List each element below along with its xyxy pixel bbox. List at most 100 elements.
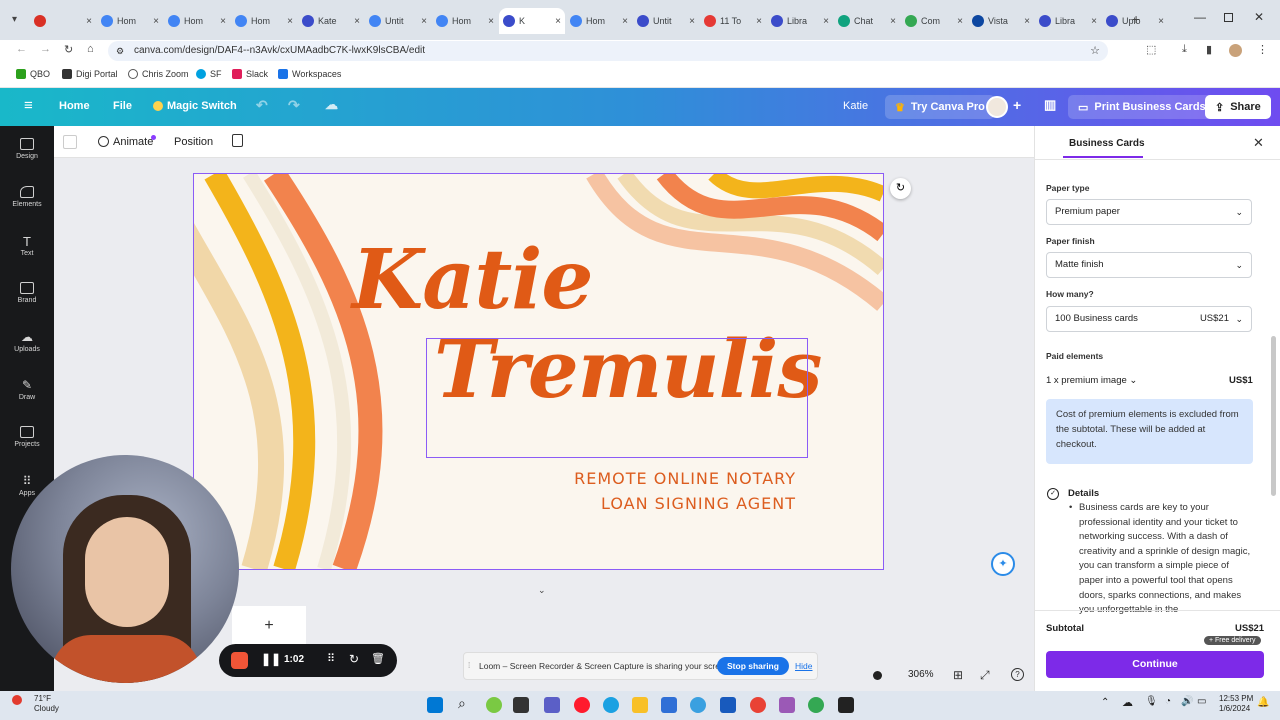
paid-elements-toggle[interactable]: 1 x premium image ⌄ xyxy=(1046,375,1137,386)
rail-brand[interactable]: Brand xyxy=(0,282,54,304)
user-avatar[interactable] xyxy=(986,96,1008,118)
back-icon[interactable]: ← xyxy=(16,43,27,55)
opera-icon[interactable] xyxy=(574,697,590,713)
menu-icon[interactable]: ⋮ xyxy=(1257,43,1268,56)
bookmark-qbo[interactable]: QBO xyxy=(16,69,50,79)
chrome-profile-icon[interactable] xyxy=(808,697,824,713)
rail-draw[interactable]: ✎ Draw xyxy=(0,378,54,401)
insights-icon[interactable]: ▥ xyxy=(1044,97,1056,113)
copilot-icon[interactable] xyxy=(486,697,502,713)
browser-tab[interactable]: 11 To × xyxy=(700,8,766,34)
tab-close-icon[interactable]: × xyxy=(488,16,494,27)
panel-tab-business-cards[interactable]: Business Cards xyxy=(1069,138,1145,149)
tab-search-icon[interactable]: ▾ xyxy=(12,14,17,25)
download-icon[interactable]: ⤓ xyxy=(1182,43,1187,56)
close-panel-icon[interactable]: ✕ xyxy=(1253,135,1264,151)
position-button[interactable]: Position xyxy=(174,136,213,148)
tab-close-icon[interactable]: × xyxy=(622,16,628,27)
tab-close-icon[interactable]: × xyxy=(153,16,159,27)
notification-icon[interactable]: 🔔 xyxy=(1257,697,1269,708)
card-first-name[interactable]: Katie xyxy=(352,232,594,328)
store-icon[interactable] xyxy=(661,697,677,713)
stop-recording-button[interactable] xyxy=(231,652,248,669)
file-menu[interactable]: File xyxy=(113,100,132,112)
card-title-line-2[interactable]: LOAN SIGNING AGENT xyxy=(574,494,796,513)
tab-close-icon[interactable]: × xyxy=(354,16,360,27)
browser-tab[interactable]: Hom × xyxy=(164,8,230,34)
browser-tab[interactable]: Hom × xyxy=(566,8,632,34)
try-canva-pro-button[interactable]: ♛ Try Canva Pro xyxy=(885,95,995,119)
quantity-select[interactable]: 100 Business cards US$21 ⌄ xyxy=(1046,306,1252,332)
bookmark-chris-zoom[interactable]: Chris Zoom xyxy=(128,69,189,79)
stop-sharing-button[interactable]: Stop sharing xyxy=(717,657,789,675)
animate-button[interactable]: Animate xyxy=(113,136,153,148)
minimize-button[interactable]: — xyxy=(1194,10,1206,24)
clock-date[interactable]: 1/6/2024 xyxy=(1219,704,1250,713)
magic-switch-button[interactable]: Magic Switch xyxy=(167,100,237,112)
sidebar-icon[interactable]: ▮ xyxy=(1206,43,1212,56)
browser-tab[interactable]: Com × xyxy=(901,8,967,34)
print-business-cards-button[interactable]: ▭ Print Business Cards xyxy=(1068,95,1216,119)
task-view-icon[interactable] xyxy=(513,697,529,713)
browser-tab[interactable]: Chat × xyxy=(834,8,900,34)
volume-icon[interactable]: 🔊 xyxy=(1181,696,1193,707)
photos-icon[interactable] xyxy=(690,697,706,713)
tab-close-icon[interactable]: × xyxy=(756,16,762,27)
home-icon[interactable]: ⌂ xyxy=(87,43,94,55)
webcam-bubble[interactable] xyxy=(11,455,239,683)
mic-icon[interactable]: 🎙 xyxy=(1145,696,1158,707)
bookmark-sf[interactable]: SF xyxy=(196,69,222,79)
restart-icon[interactable]: ↻ xyxy=(349,652,359,666)
browser-tab[interactable]: Hom × xyxy=(432,8,498,34)
browser-tab[interactable]: Hom × xyxy=(231,8,297,34)
word-icon[interactable] xyxy=(720,697,736,713)
browser-tab[interactable]: Kate × xyxy=(298,8,364,34)
bookmark-slack[interactable]: Slack xyxy=(232,69,268,79)
pause-icon[interactable]: ❚❚ xyxy=(261,652,281,666)
bookmark-digi-portal[interactable]: Digi Portal xyxy=(62,69,118,79)
rail-text[interactable]: T Text xyxy=(0,234,54,257)
drag-handle-icon[interactable]: ⠿ xyxy=(327,652,335,665)
fullscreen-icon[interactable]: ⤢ xyxy=(980,668,990,683)
add-collaborator-icon[interactable]: + xyxy=(1013,97,1021,113)
details-title[interactable]: Details xyxy=(1068,488,1099,499)
share-button[interactable]: ⇪ Share xyxy=(1205,95,1271,119)
hide-link[interactable]: Hide xyxy=(795,661,812,671)
hamburger-menu-icon[interactable]: ≡ xyxy=(24,97,33,114)
help-icon[interactable]: ? xyxy=(1011,668,1024,681)
app-icon[interactable] xyxy=(838,697,854,713)
tab-close-icon[interactable]: × xyxy=(823,16,829,27)
tab-close-icon[interactable]: × xyxy=(1091,16,1097,27)
home-menu[interactable]: Home xyxy=(59,100,90,112)
maximize-button[interactable] xyxy=(1224,13,1233,22)
address-bar[interactable]: ⚙ canva.com/design/DAF4--n3Avk/cxUMAadbC… xyxy=(108,41,1108,61)
paper-finish-select[interactable]: Matte finish ⌄ xyxy=(1046,252,1252,278)
zoom-slider-knob[interactable] xyxy=(873,671,882,680)
start-icon[interactable] xyxy=(427,697,443,713)
collapse-pages-icon[interactable]: ⌄ xyxy=(538,585,546,596)
tray-chevron-icon[interactable]: ⌃ xyxy=(1101,697,1109,708)
panel-scrollbar[interactable] xyxy=(1271,336,1276,496)
cloud-save-icon[interactable]: ☁ xyxy=(325,97,338,113)
site-info-icon[interactable]: ⚙ xyxy=(116,41,124,61)
new-tab-button[interactable]: + xyxy=(1132,11,1140,27)
browser-tab[interactable]: Libra × xyxy=(1035,8,1101,34)
zoom-level[interactable]: 306% xyxy=(908,669,934,680)
tab-close-icon[interactable]: × xyxy=(1024,16,1030,27)
tab-close-icon[interactable]: × xyxy=(287,16,293,27)
browser-tab[interactable]: Hom × xyxy=(97,8,163,34)
lock-icon[interactable] xyxy=(232,134,243,147)
tab-close-icon[interactable]: × xyxy=(555,16,561,27)
rail-design[interactable]: Design xyxy=(0,138,54,160)
reload-icon[interactable]: ↻ xyxy=(64,43,73,56)
bookmark-star-icon[interactable]: ☆ xyxy=(1090,41,1100,61)
wifi-icon[interactable]: ◔ xyxy=(1165,696,1171,707)
tab-close-icon[interactable]: × xyxy=(1158,16,1164,27)
weather-temp[interactable]: 71°F xyxy=(34,694,51,703)
battery-icon[interactable]: ▭ xyxy=(1197,696,1206,707)
design-title[interactable]: Katie xyxy=(843,100,868,112)
bookmark-workspaces[interactable]: Workspaces xyxy=(278,69,341,79)
rail-elements[interactable]: Elements xyxy=(0,186,54,208)
continue-button[interactable]: Continue xyxy=(1046,651,1264,678)
tab-close-icon[interactable]: × xyxy=(890,16,896,27)
